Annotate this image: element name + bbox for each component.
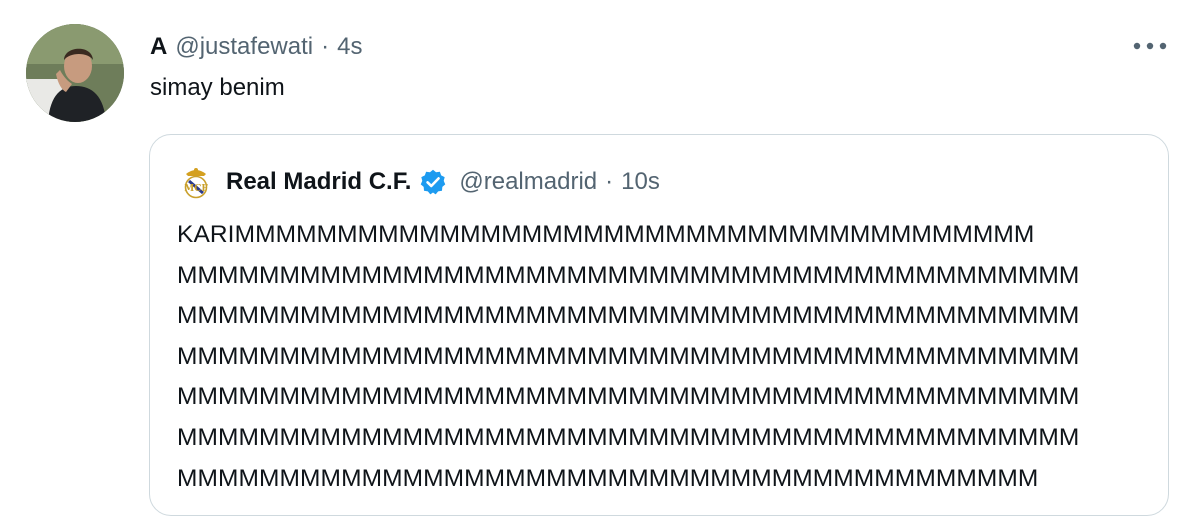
- avatar[interactable]: [26, 24, 124, 122]
- quoted-tweet-card[interactable]: MCF Real Madrid C.F. @realmadrid · 10s K…: [149, 134, 1169, 516]
- timestamp[interactable]: 4s: [337, 33, 362, 61]
- avatar-photo: [26, 24, 124, 122]
- separator-dot: ·: [321, 33, 330, 60]
- quoted-timestamp[interactable]: 10s: [621, 168, 660, 196]
- verified-badge-icon: [421, 169, 446, 195]
- quoted-text-line: MMMMMMMMMMMMMMMMMMMMMMMMMMMMMMMMMMMMMMMM…: [177, 261, 1080, 289]
- quoted-text-line: MMMMMMMMMMMMMMMMMMMMMMMMMMMMMMMMMMMMMMMM…: [177, 302, 1080, 330]
- separator-dot: ·: [605, 168, 614, 195]
- quoted-tweet-header: MCF Real Madrid C.F. @realmadrid · 10s: [180, 163, 660, 201]
- quoted-text-line: MMMMMMMMMMMMMMMMMMMMMMMMMMMMMMMMMMMMMMMM…: [177, 464, 1039, 492]
- more-options-button[interactable]: [1130, 34, 1170, 58]
- more-options-icon: [1133, 42, 1167, 50]
- svg-text:MCF: MCF: [184, 184, 208, 194]
- author-display-name[interactable]: A: [150, 33, 167, 61]
- quoted-handle[interactable]: @realmadrid: [459, 168, 597, 196]
- quoted-text-line: MMMMMMMMMMMMMMMMMMMMMMMMMMMMMMMMMMMMMMMM…: [177, 342, 1080, 370]
- tweet-header: A @justafewati · 4s: [150, 30, 362, 64]
- tweet-text: simay benim: [150, 74, 285, 101]
- tweet[interactable]: A @justafewati · 4s simay benim MCF Real…: [0, 0, 1200, 527]
- real-madrid-crest-icon[interactable]: MCF: [180, 165, 212, 199]
- quoted-tweet-text: KARIMMMMMMMMMMMMMMMMMMMMMMMMMMMMMMMMMMMM…: [177, 215, 1152, 499]
- quoted-display-name[interactable]: Real Madrid C.F.: [226, 168, 411, 196]
- quoted-text-line: MMMMMMMMMMMMMMMMMMMMMMMMMMMMMMMMMMMMMMMM…: [177, 423, 1080, 451]
- quoted-text-line: MMMMMMMMMMMMMMMMMMMMMMMMMMMMMMMMMMMMMMMM…: [177, 383, 1080, 411]
- author-handle[interactable]: @justafewati: [175, 33, 313, 61]
- quoted-text-line: KARIMMMMMMMMMMMMMMMMMMMMMMMMMMMMMMMMMMMM…: [177, 221, 1035, 248]
